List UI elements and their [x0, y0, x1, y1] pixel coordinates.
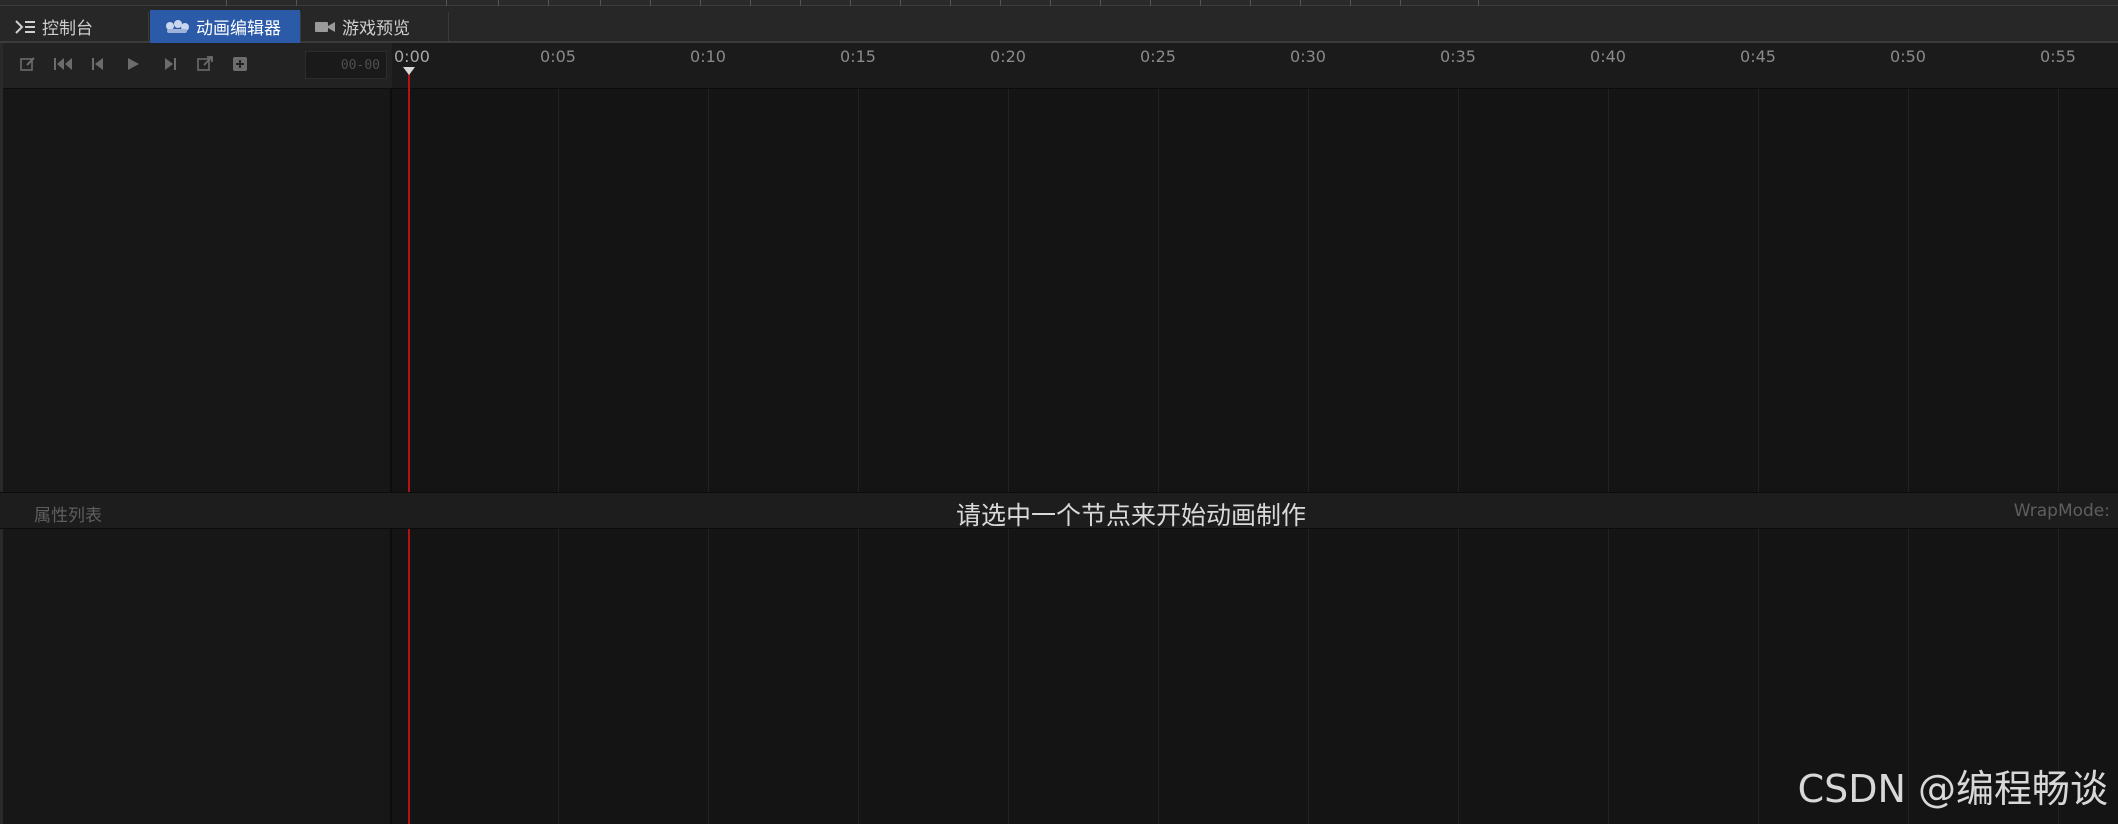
jump-to-start-icon: [53, 56, 73, 76]
watermark: CSDN @编程畅谈: [1797, 767, 2108, 811]
timeline-grid-line: [1158, 43, 1159, 824]
ruler-tick-label: 0:30: [1290, 47, 1326, 66]
play-button[interactable]: [120, 53, 146, 79]
edit-button[interactable]: [15, 53, 41, 79]
open-external-button[interactable]: [192, 53, 218, 79]
tab-separator: [448, 12, 449, 42]
ruler-tick-label: 0:50: [1890, 47, 1926, 66]
add-event-icon: [231, 55, 249, 77]
ruler-tick-label: 0:40: [1590, 47, 1626, 66]
timeline-grid-line: [708, 43, 709, 824]
wrapmode-label: WrapMode:: [2013, 501, 2110, 521]
add-event-button[interactable]: [227, 53, 253, 79]
playhead-lower: [408, 529, 410, 824]
timeline-grid-line: [2058, 43, 2059, 824]
timeline-grid-line: [1908, 43, 1909, 824]
playhead-handle[interactable]: [403, 67, 415, 75]
ruler-tick-label: 0:55: [2040, 47, 2076, 66]
ruler-tick-label: 0:20: [990, 47, 1026, 66]
edit-icon: [19, 55, 37, 77]
play-icon: [125, 56, 141, 76]
ruler-tick-label: 0:25: [1140, 47, 1176, 66]
ruler-tick-label: 0:10: [690, 47, 726, 66]
timeline-grid-line: [1608, 43, 1609, 824]
previous-frame-button[interactable]: [85, 53, 111, 79]
ruler-tick-label: 0:45: [1740, 47, 1776, 66]
tab-game-preview[interactable]: 游戏预览: [300, 10, 448, 43]
property-list-label: 属性列表: [34, 506, 102, 526]
previous-frame-icon: [91, 56, 105, 76]
timeline-grid-line: [558, 43, 559, 824]
tab-separator: [148, 12, 149, 42]
tab-game-preview-label: 游戏预览: [342, 19, 410, 39]
tab-animation-editor-label: 动画编辑器: [196, 19, 281, 39]
camera-icon: [314, 20, 336, 34]
next-frame-button[interactable]: [157, 53, 183, 79]
tab-console-label: 控制台: [42, 19, 93, 39]
open-external-icon: [196, 55, 214, 77]
timeline-grid-line: [858, 43, 859, 824]
panel-tab-bar: 控制台 动画编辑器 游戏预览: [0, 6, 2118, 43]
timeline-grid-line: [1008, 43, 1009, 824]
animation-icon: [164, 19, 190, 35]
ruler-tick-label: 0:15: [840, 47, 876, 66]
node-list-panel: [0, 43, 393, 824]
ruler-tick-label: 0:05: [540, 47, 576, 66]
timeline-grid-line: [1458, 43, 1459, 824]
console-icon: [14, 19, 36, 35]
tab-animation-editor[interactable]: 动画编辑器: [150, 10, 300, 43]
timeline-grid-line: [1308, 43, 1309, 824]
jump-to-start-button[interactable]: [50, 53, 76, 79]
tab-console[interactable]: 控制台: [0, 10, 148, 43]
empty-state-hint: 请选中一个节点来开始动画制作: [956, 501, 1307, 530]
next-frame-icon: [163, 56, 177, 76]
ruler-tick-label: 0:35: [1440, 47, 1476, 66]
time-ruler[interactable]: 0:00 0:05 0:10 0:15 0:20 0:25 0:30 0:35 0:40 0:45…: [392, 43, 2118, 89]
animation-toolbar: [3, 43, 393, 89]
timeline-panel[interactable]: 0:00 0:05 0:10 0:15 0:20 0:25 0:30 0:35 0:40 0:45…: [392, 43, 2118, 824]
timeline-grid-line: [1758, 43, 1759, 824]
current-time-input[interactable]: [305, 51, 387, 79]
ruler-tick-label: 0:00: [394, 47, 430, 66]
property-list-bar: 属性列表 请选中一个节点来开始动画制作 WrapMode:: [0, 492, 2118, 530]
